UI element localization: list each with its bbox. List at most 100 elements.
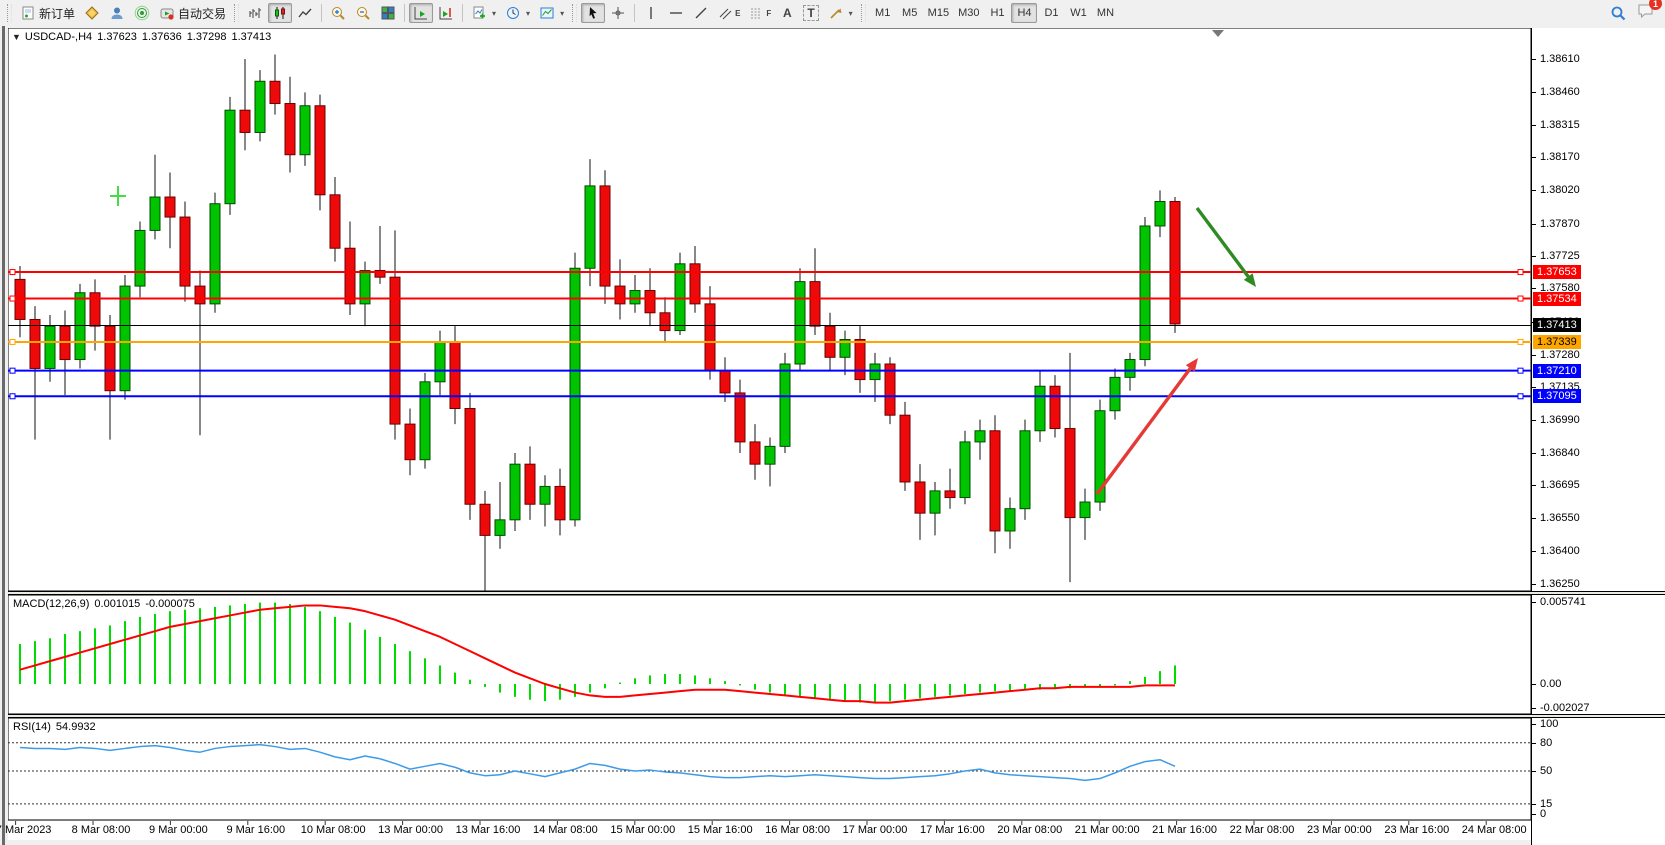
- price-tick-label: 1.36250: [1540, 578, 1580, 590]
- arrows-tool-button[interactable]: [824, 3, 857, 23]
- rsi-tick: [1532, 743, 1536, 744]
- pane-splitter[interactable]: [8, 591, 1665, 595]
- price-tick: [1532, 92, 1536, 93]
- price-tick-label: 1.38020: [1540, 184, 1580, 196]
- price-tick-label: 1.36400: [1540, 545, 1580, 557]
- price-badge: 1.37095: [1533, 389, 1581, 403]
- crosshair-button[interactable]: [606, 3, 630, 23]
- chart-plot[interactable]: [8, 28, 1531, 840]
- trendline-button[interactable]: [689, 3, 713, 23]
- toolbar-grip[interactable]: [234, 4, 239, 22]
- rsi-tick-label: 100: [1540, 718, 1558, 730]
- timeframe-button-mn[interactable]: MN: [1092, 3, 1118, 23]
- notifications-button[interactable]: 1: [1637, 2, 1655, 24]
- chart-shift-icon: [438, 5, 454, 21]
- price-badge: 1.37413: [1533, 318, 1581, 332]
- price-tick: [1532, 190, 1536, 191]
- price-tick: [1532, 157, 1536, 158]
- cursor-button[interactable]: [581, 3, 605, 23]
- price-tick-label: 1.36695: [1540, 479, 1580, 491]
- price-tick-label: 1.36840: [1540, 447, 1580, 459]
- price-tick-label: 1.37870: [1540, 218, 1580, 230]
- price-tick: [1532, 256, 1536, 257]
- zoom-out-button[interactable]: [351, 3, 375, 23]
- macd-tick: [1532, 684, 1536, 685]
- periods-button[interactable]: [501, 3, 534, 23]
- new-order-button[interactable]: 新订单: [16, 3, 79, 23]
- zoom-out-icon: [355, 5, 371, 21]
- auto-trading-button[interactable]: 自动交易: [155, 3, 230, 23]
- macd-signal-value: -0.000075: [145, 598, 195, 610]
- price-axis[interactable]: 1.386101.384601.383151.381701.380201.378…: [1531, 28, 1665, 845]
- tile-windows-button[interactable]: [376, 3, 400, 23]
- macd-tick: [1532, 602, 1536, 603]
- macd-tick-label: -0.002027: [1540, 702, 1590, 714]
- clock-icon: [505, 5, 521, 21]
- price-tick: [1532, 125, 1536, 126]
- timeframe-button-h1[interactable]: H1: [984, 3, 1010, 23]
- price-tick: [1532, 59, 1536, 60]
- price-tick: [1532, 584, 1536, 585]
- price-badge: 1.37210: [1533, 364, 1581, 378]
- timeframe-button-w1[interactable]: W1: [1065, 3, 1091, 23]
- template-icon: [539, 5, 555, 21]
- fibonacci-button[interactable]: F: [745, 3, 775, 23]
- text-label-button[interactable]: T: [799, 3, 822, 23]
- timeframe-button-h4[interactable]: H4: [1011, 3, 1037, 23]
- rsi-value: 54.9932: [56, 721, 96, 733]
- toolbar-grip[interactable]: [572, 4, 577, 22]
- candlestick-chart-button[interactable]: [268, 3, 292, 23]
- one-click-expander-icon[interactable]: ▼: [12, 32, 21, 42]
- chart-shift-button[interactable]: [434, 3, 458, 23]
- templates-button[interactable]: [535, 3, 568, 23]
- pane-splitter[interactable]: [8, 714, 1665, 718]
- equidistant-channel-button[interactable]: E: [714, 3, 744, 23]
- signals-button[interactable]: [130, 3, 154, 23]
- price-tick: [1532, 485, 1536, 486]
- time-label: 24 Mar 08:00: [1449, 824, 1539, 836]
- timeframe-button-m1[interactable]: M1: [870, 3, 896, 23]
- toolbar-grip[interactable]: [861, 4, 866, 22]
- macd-indicator-label: MACD(12,26,9) 0.001015 -0.000075: [13, 598, 195, 610]
- mql5-market-button[interactable]: [80, 3, 104, 23]
- ohlc-high: 1.37636: [142, 31, 182, 43]
- chart-window: 1.386101.384601.383151.381701.380201.378…: [0, 26, 1665, 845]
- toolbar-grip[interactable]: [7, 4, 12, 22]
- price-tick-label: 1.38460: [1540, 86, 1580, 98]
- price-tick-label: 1.36990: [1540, 414, 1580, 426]
- community-button[interactable]: [105, 3, 129, 23]
- rsi-tick: [1532, 724, 1536, 725]
- price-tick-label: 1.36550: [1540, 512, 1580, 524]
- timeframe-button-d1[interactable]: D1: [1038, 3, 1064, 23]
- macd-main-value: 0.001015: [94, 598, 140, 610]
- macd-title: MACD(12,26,9): [13, 598, 89, 610]
- zoom-in-button[interactable]: [326, 3, 350, 23]
- chart-title: ▼USDCAD-,H41.376231.376361.372981.37413: [12, 31, 276, 43]
- horizontal-line-button[interactable]: [664, 3, 688, 23]
- indicators-button[interactable]: [467, 3, 500, 23]
- bar-chart-button[interactable]: [243, 3, 267, 23]
- macd-tick-label: 0.00: [1540, 678, 1561, 690]
- line-chart-button[interactable]: [293, 3, 317, 23]
- window-left-edge: [0, 26, 8, 845]
- zoom-in-icon: [330, 5, 346, 21]
- text-tool-button[interactable]: A: [776, 3, 798, 23]
- sonar-icon: [134, 5, 150, 21]
- auto-scroll-button[interactable]: [409, 3, 433, 23]
- vertical-line-icon: [643, 5, 659, 21]
- ohlc-low: 1.37298: [187, 31, 227, 43]
- price-tick: [1532, 288, 1536, 289]
- timeframe-button-m30[interactable]: M30: [954, 3, 983, 23]
- timeframe-button-m5[interactable]: M5: [897, 3, 923, 23]
- price-tick: [1532, 355, 1536, 356]
- price-tick: [1532, 518, 1536, 519]
- timeframe-button-m15[interactable]: M15: [924, 3, 953, 23]
- price-tick-label: 1.37280: [1540, 349, 1580, 361]
- vertical-line-button[interactable]: [639, 3, 663, 23]
- price-tick-label: 1.37725: [1540, 250, 1580, 262]
- price-tick: [1532, 420, 1536, 421]
- toolbar-separator: [321, 4, 322, 22]
- ohlc-close: 1.37413: [231, 31, 271, 43]
- search-button[interactable]: [1606, 3, 1631, 23]
- cursor-icon: [585, 5, 601, 21]
